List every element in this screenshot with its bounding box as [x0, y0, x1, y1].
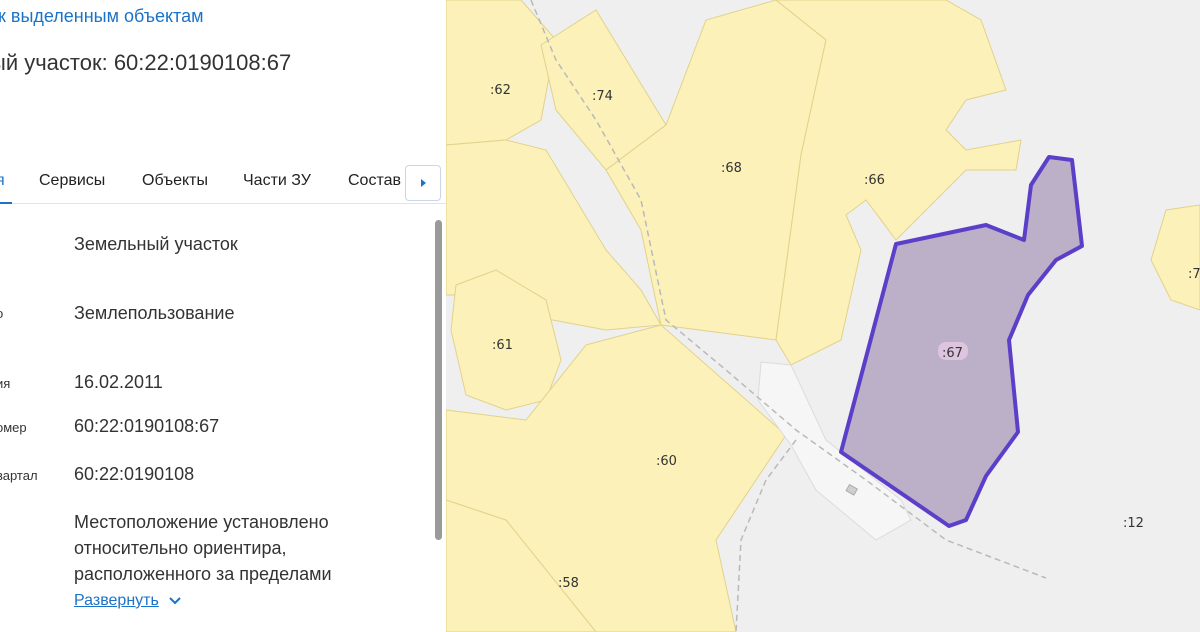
plot-label-58: :58	[558, 576, 579, 591]
plot-label-68: :68	[721, 161, 742, 176]
back-to-selected-link[interactable]: к выделенным объектам	[0, 6, 204, 27]
plot-label-74: :74	[592, 89, 613, 104]
row-label-quarter: вартал	[0, 468, 38, 483]
plot-label-60: :60	[656, 454, 677, 469]
object-title: ый участок: 60:22:0190108:67	[0, 50, 292, 75]
tab-info-label: я	[0, 172, 5, 189]
row-label-date: ия	[0, 376, 11, 391]
row-value-subtype: Землепользование	[74, 303, 235, 323]
row-value-location: Местоположение установлено относительно …	[74, 512, 332, 584]
plot-label-66: :66	[864, 173, 885, 188]
parcel-east-partial[interactable]	[1150, 204, 1200, 311]
back-link-text[interactable]: к выделенным объектам	[0, 6, 204, 26]
row-label-number: омер	[0, 420, 27, 435]
tab-info[interactable]: я	[0, 172, 5, 190]
tab-objects[interactable]: Объекты	[142, 172, 208, 190]
active-tab-indicator	[0, 202, 12, 204]
row-label-type: о	[0, 306, 3, 321]
row-value-cadastral-quarter: 60:22:0190108	[74, 464, 195, 484]
plot-label-67: :67	[942, 346, 963, 361]
plot-label-61: :61	[492, 338, 513, 353]
row-value-date: 16.02.2011	[74, 372, 163, 392]
info-panel: к выделенным объектам ый участок: 60:22:…	[0, 0, 446, 632]
row-value-object-type: Земельный участок	[74, 234, 238, 254]
map-canvas[interactable]: :62 :74 :68 :66 :61 :67 :60 :12 :58 :7	[446, 0, 1200, 632]
expand-link[interactable]: Развернуть	[74, 592, 181, 610]
plot-label-7: :7	[1188, 267, 1200, 282]
tab-composition[interactable]: Состав	[348, 172, 401, 190]
cadastral-map[interactable]: :62 :74 :68 :66 :61 :67 :60 :12 :58 :7	[446, 0, 1200, 632]
tab-parts[interactable]: Части ЗУ	[243, 172, 311, 190]
tabs-next-button[interactable]	[405, 165, 441, 201]
plot-label-62: :62	[490, 83, 511, 98]
expand-label: Развернуть	[74, 592, 159, 609]
tab-bar: я Сервисы Объекты Части ЗУ Состав	[0, 166, 446, 204]
row-value-cadastral-number: 60:22:0190108:67	[74, 416, 220, 436]
chevron-down-icon	[169, 597, 181, 605]
tab-services[interactable]: Сервисы	[39, 172, 105, 190]
panel-scrollbar[interactable]	[435, 220, 442, 540]
plot-label-12: :12	[1123, 516, 1144, 531]
caret-right-icon	[421, 179, 426, 187]
